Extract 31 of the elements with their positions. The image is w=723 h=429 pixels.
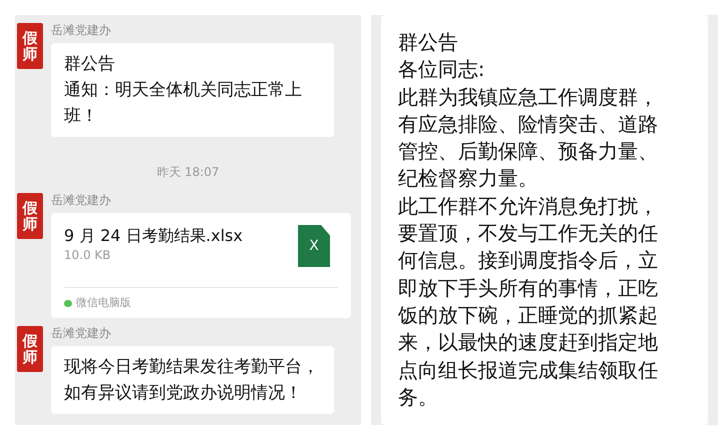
message-text: 现将今日考勤结果发往考勤平台， — [64, 356, 319, 379]
announcement-text: 有应急排险、险情突击、道路 — [398, 110, 658, 138]
announcement-text: 要置顶，不发与工作无关的任 — [398, 220, 658, 248]
announcement-text: 群公告 — [398, 29, 458, 56]
avatar: 假师 — [17, 326, 43, 372]
sender-name: 岳滩党建办 — [51, 326, 111, 340]
file-card[interactable]: 9 月 24 日考勤结果.xlsx 10.0 KB X 微信电脑版 — [51, 213, 351, 318]
announcement-text: 点向组长报道完成集结领取任 — [398, 356, 658, 384]
message-text: 班！ — [64, 105, 98, 128]
announcement-text: 务。 — [398, 384, 438, 411]
spreadsheet-icon: X — [298, 225, 330, 267]
file-size: 10.0 KB — [64, 247, 111, 263]
announcement-text: 各位同志: — [398, 56, 485, 84]
file-name: 9 月 24 日考勤结果.xlsx — [64, 225, 243, 247]
announcement-text: 此工作群不允许消息免打扰， — [398, 192, 658, 220]
message-text: 如有异议请到党政办说明情况！ — [64, 382, 302, 405]
avatar: 假师 — [17, 23, 43, 69]
announcement-text: 纪检督察力量。 — [398, 165, 538, 192]
announcement-text: 即放下手头所有的事情，正吃 — [398, 274, 658, 302]
message-text: 通知：明天全体机关同志正常上 — [64, 79, 302, 102]
avatar: 假师 — [17, 193, 43, 239]
announcement-text: 何信息。接到调度指令后，立 — [398, 247, 658, 274]
announcement-text: 饭的放下碗，正睡觉的抓紧起 — [398, 302, 658, 329]
sender-name: 岳滩党建办 — [51, 23, 111, 37]
sender-name: 岳滩党建办 — [51, 193, 111, 207]
announcement-text: 此群为我镇应急工作调度群， — [398, 84, 658, 111]
source-label: 微信电脑版 — [76, 296, 131, 310]
announcement-text: 管控、后勤保障、预备力量、 — [398, 138, 658, 166]
timestamp: 昨天 18:07 — [156, 165, 220, 179]
announcement-text: 来，以最快的速度赶到指定地 — [398, 329, 658, 356]
message-text: 群公告 — [64, 53, 115, 76]
